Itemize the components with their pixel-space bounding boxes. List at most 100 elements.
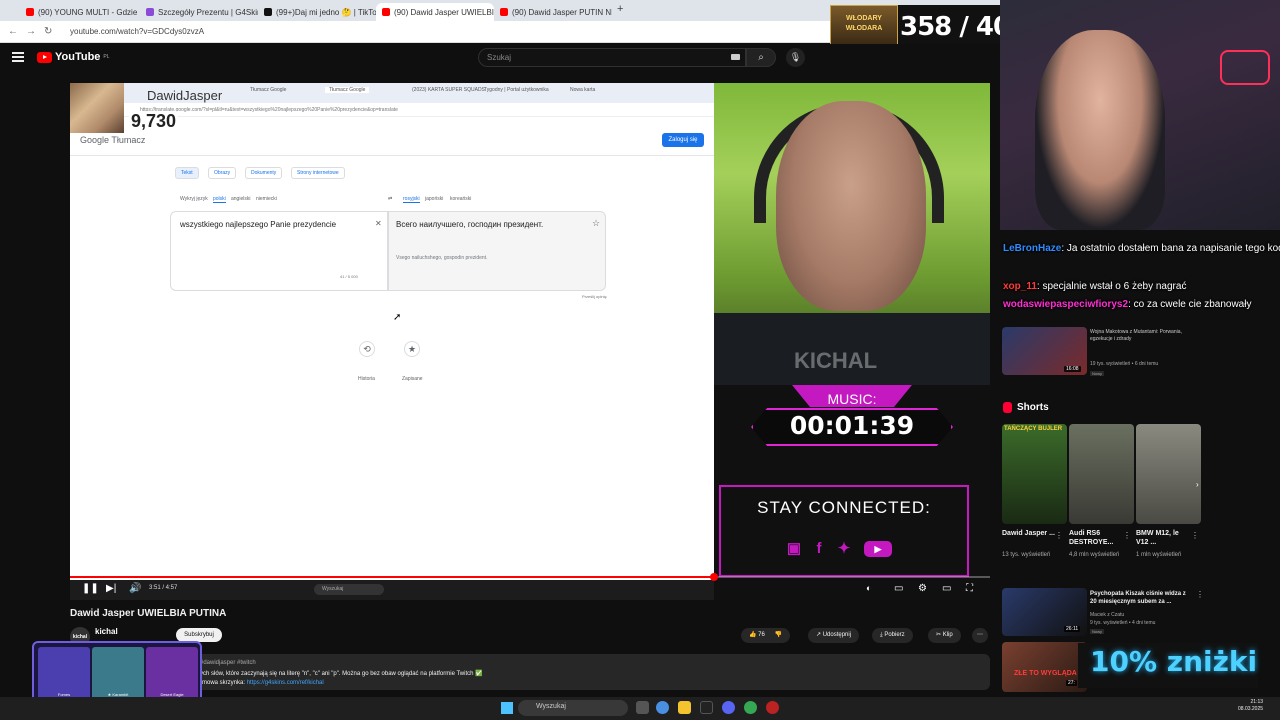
streamer-name: DawidJasper	[147, 88, 223, 103]
more-options-icon[interactable]: ⋮	[1191, 531, 1199, 540]
obs-icon[interactable]	[766, 701, 779, 714]
share-button[interactable]: ↗ Udostępnij	[808, 628, 860, 643]
video-title[interactable]: Wojna Makotowa z Mutantami: Porwania, eg…	[1090, 329, 1200, 343]
keyboard-icon[interactable]	[731, 54, 740, 60]
mode-documents: Dokumenty	[245, 167, 283, 179]
autoplay-toggle[interactable]: ◐	[866, 583, 871, 593]
browser-tab-active[interactable]: (90) Dawid Jasper UWIELBIA PI✕	[376, 3, 494, 21]
pause-icon[interactable]: ❚❚	[82, 583, 99, 594]
video-player[interactable]: Tłumacz Google Tłumacz Google (2023) KAR…	[70, 83, 990, 600]
clip-button[interactable]: ✂ Klip	[928, 628, 961, 643]
youtube-icon: ▶	[864, 541, 892, 557]
char-count: 41 / 5 000	[340, 274, 358, 279]
next-icon[interactable]: ▶|	[106, 583, 116, 594]
clear-text-icon: ✕	[375, 219, 382, 228]
mode-text: Tekst	[175, 167, 199, 179]
share-icon: ↗	[816, 632, 822, 638]
second-streamer	[1035, 30, 1165, 230]
browser-icon[interactable]	[744, 701, 757, 714]
star-icon: ☆	[592, 218, 601, 228]
hamburger-menu-icon[interactable]	[12, 52, 24, 62]
webcam-feed: KICHAL	[714, 83, 990, 385]
download-button[interactable]: ⤓ Pobierz	[872, 628, 913, 643]
download-icon: ⤓	[880, 632, 883, 638]
video-meta: 9 tys. wyświetleń • 4 dni temu	[1090, 620, 1156, 626]
channel-name[interactable]: kichal	[95, 627, 118, 636]
youtube-logo[interactable]: YouTube PL	[37, 51, 110, 63]
scissors-icon: ✂	[936, 632, 942, 638]
mode-websites: Strony internetowe	[291, 167, 345, 179]
chat-message: xop_11: specjalnie wstał o 6 żeby nagrać	[1003, 281, 1187, 292]
discord-icon[interactable]	[722, 701, 735, 714]
shorts-next-icon[interactable]: ›	[1196, 480, 1199, 489]
browser-tab[interactable]: (90) Dawid Jasper PUTIN NIE Z✕	[494, 3, 612, 21]
stay-connected-text: STAY CONNECTED:	[757, 498, 931, 517]
short-thumbnail[interactable]	[1136, 424, 1201, 524]
windows-start-icon[interactable]	[501, 702, 513, 714]
short-thumbnail[interactable]: TAŃCZĄCY BUJLER	[1002, 424, 1067, 524]
facebook-icon: f	[816, 540, 822, 557]
more-options-icon[interactable]: ⋮	[1196, 590, 1204, 599]
youtube-play-icon	[37, 51, 52, 63]
settings-gear-icon[interactable]: ⚙	[918, 583, 927, 594]
music-overlay: MUSIC: 00:01:39 STAY CONNECTED: ▣ f ✦ ▶	[714, 385, 990, 600]
url-field[interactable]: youtube.com/watch?v=GDCdys0zvzA	[70, 25, 770, 39]
more-options-icon[interactable]: ⋮	[1055, 531, 1063, 540]
like-button[interactable]: 👍 76 👎	[741, 628, 790, 643]
more-options-icon[interactable]: ⋮	[1123, 531, 1131, 540]
twitter-icon: ✦	[837, 540, 851, 557]
stream-screen-capture: Tłumacz Google Tłumacz Google (2023) KAR…	[70, 83, 714, 600]
subscribe-button[interactable]: Subskrybuj	[176, 628, 222, 642]
video-title: Dawid Jasper UWIELBIA PUTINA	[70, 608, 227, 619]
taskbar-search[interactable]: Wyszukaj	[518, 700, 628, 716]
channel-name[interactable]: Maciek z Czatu	[1090, 612, 1200, 619]
thumbs-down-icon[interactable]: 👎	[775, 632, 782, 638]
counter-logo: WŁODARY WŁODARA	[830, 5, 898, 45]
browser-tab[interactable]: (99+)Daj mi jedno 🤔 | TikTok✕	[258, 3, 376, 21]
reload-icon[interactable]: ↻	[44, 26, 52, 37]
history-icon: ⟲	[359, 341, 375, 357]
taskbar-clock: 21:13 08.03.2025	[1238, 699, 1264, 712]
browser-tab[interactable]: (90) YOUNG MULTI - Gdzie✕	[20, 3, 138, 21]
login-button: Zaloguj się	[662, 133, 704, 147]
back-icon[interactable]: ←	[8, 26, 18, 37]
progress-bar-fill	[70, 576, 714, 578]
g4skins-favicon-icon	[146, 8, 154, 16]
theater-mode-icon[interactable]: ▭	[942, 583, 951, 594]
video-title[interactable]: Psychopata Kiszak ciśnie widza z 20 mies…	[1090, 590, 1190, 606]
shorts-header: Shorts	[1003, 402, 1049, 413]
new-tab-icon[interactable]: +	[617, 3, 623, 15]
short-thumbnail[interactable]	[1069, 424, 1134, 524]
discount-text: 10% zniżki	[1090, 645, 1258, 678]
chrome-icon[interactable]	[656, 701, 669, 714]
youtube-favicon-icon	[26, 8, 34, 16]
description-link[interactable]: https://g4skins.com/ref/kichal	[247, 680, 324, 686]
search-input[interactable]: Szukaj	[478, 48, 746, 67]
task-view-icon[interactable]	[636, 701, 649, 714]
tiktok-favicon-icon	[264, 8, 272, 16]
youtube-favicon-icon	[382, 8, 390, 16]
source-text: wszystkiego najlepszego Panie prezydenci…	[180, 220, 337, 229]
search-button[interactable]: ⌕	[746, 48, 776, 67]
app-icon[interactable]	[700, 701, 713, 714]
progress-scrubber[interactable]	[710, 573, 718, 581]
twitch-icon: ▣	[786, 540, 802, 557]
neon-sign	[1220, 50, 1270, 85]
video-meta: 19 tys. wyświetleń • 6 dni temu	[1090, 361, 1159, 367]
microphone-icon[interactable]: 🎙	[786, 48, 805, 67]
volume-icon[interactable]: 🔊	[129, 583, 141, 594]
forward-icon[interactable]: →	[26, 26, 36, 37]
feedback-link: Prześlij opinię	[582, 294, 607, 299]
shorts-icon	[1003, 402, 1012, 413]
subtitles-icon[interactable]: ▭	[894, 583, 903, 594]
fullscreen-icon[interactable]: ⛶	[966, 583, 973, 594]
translated-text: Всего наилучшего, господин президент.	[396, 220, 544, 229]
description-line: rmowa skrzynka: https://g4skins.com/ref/…	[200, 680, 324, 686]
description-line: ych słów, które zaczynają się na literę …	[200, 671, 483, 677]
more-actions-icon[interactable]: ⋯	[972, 628, 988, 643]
viewer-count: 9,730	[129, 111, 179, 132]
file-explorer-icon[interactable]	[678, 701, 691, 714]
kichal-watermark: KICHAL	[794, 348, 878, 373]
inner-taskbar-search: Wyszukaj	[314, 584, 384, 595]
browser-tab[interactable]: Szczegóły Prezentu | G4Skins✕	[140, 3, 258, 21]
